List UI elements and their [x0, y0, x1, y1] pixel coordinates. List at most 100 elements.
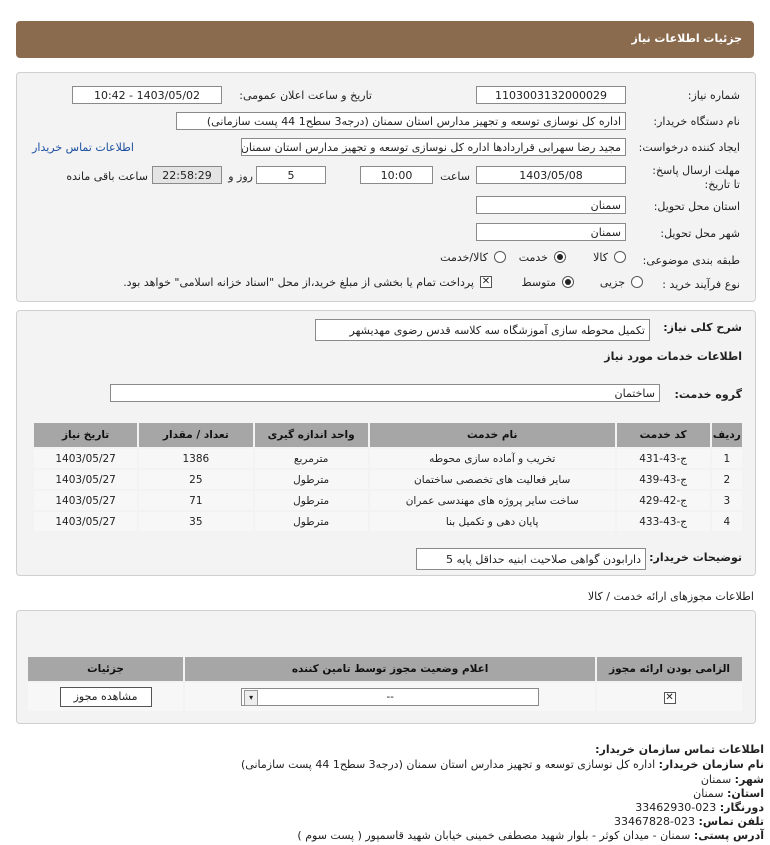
quantity-cell: 35 [139, 512, 253, 531]
service-code-cell: ج-42-429 [616, 491, 710, 510]
permit-status-value: -- [386, 691, 394, 703]
delivery-province-field: سمنان [476, 196, 626, 214]
col-code: کد خدمت [616, 423, 710, 447]
description-label: شرح کلی نیاز: [663, 321, 742, 334]
deadline-time-label: ساعت [440, 170, 470, 183]
category-label: طبقه بندی موضوعی: [642, 254, 740, 267]
service-name-cell: ساخت سایر پروژه های مهندسی عمران [369, 491, 615, 510]
category-radio-goods[interactable] [614, 251, 626, 263]
contact-org: نام سازمان خریدار: اداره کل نوسازی توسعه… [241, 758, 764, 771]
treasury-checkbox[interactable]: ✕ [480, 276, 492, 288]
category-option-goods-service: کالا/خدمت [440, 251, 488, 264]
need-number-label: شماره نیاز: [687, 89, 740, 102]
quantity-cell: 1386 [139, 449, 253, 468]
permit-status-select[interactable]: -- ▾ [241, 688, 540, 706]
page-title: جزئیات اطلاعات نیاز [631, 32, 743, 45]
service-group-field: ساختمان [110, 384, 660, 402]
creator-label: ایجاد کننده درخواست: [638, 141, 740, 154]
permit-required-checkbox[interactable]: ✕ [663, 691, 676, 704]
row-index-cell: 2 [711, 470, 742, 489]
permit-col-required: الزامی بودن ارائه مجوز [597, 657, 742, 681]
contact-phone-label: تلفن تماس: [698, 815, 764, 828]
contact-fax-value: 023-33462930 [635, 801, 717, 814]
service-code-cell: ج-43-433 [616, 512, 710, 531]
unit-cell: مترطول [254, 470, 368, 489]
creator-field: مجید رضا سهرابی قراردادها اداره کل نوساز… [241, 138, 626, 156]
days-label: روز و [228, 170, 253, 183]
remaining-label: ساعت باقی مانده [66, 170, 148, 183]
announce-label: تاریخ و ساعت اعلان عمومی: [239, 89, 372, 102]
need-date-cell: 1403/05/27 [34, 470, 138, 489]
col-unit: واحد اندازه گیری [254, 423, 368, 447]
row-index-cell: 3 [711, 491, 742, 510]
table-row: 4 ج-43-433 پایان دهی و تکمیل بنا مترطول 35 14… [34, 512, 742, 531]
process-radio-medium[interactable] [562, 276, 574, 288]
category-radio-service[interactable] [554, 251, 566, 263]
deadline-date-field: 1403/05/08 [476, 166, 626, 184]
category-radio-goods-service[interactable] [494, 251, 506, 263]
row-index-cell: 1 [711, 449, 742, 468]
table-row: 2 ج-43-439 سایر فعالیت های تخصصی ساختمان مت… [34, 470, 742, 489]
deadline-time-field: 10:00 [360, 166, 433, 184]
process-option-minor: جزیی [599, 276, 625, 289]
buyer-org-label: نام دستگاه خریدار: [653, 115, 740, 128]
contact-city: شهر: سمنان [701, 773, 764, 786]
process-radio-minor[interactable] [631, 276, 643, 288]
services-table: ردیف کد خدمت نام خدمت واحد اندازه گیری ت… [32, 421, 744, 533]
need-number-field: 1103003132000029 [476, 86, 626, 104]
contact-city-value: سمنان [700, 773, 732, 786]
quantity-cell: 71 [139, 491, 253, 510]
buyer-notes-label: توضیحات خریدار: [649, 551, 742, 564]
contact-province-label: استان: [727, 787, 764, 800]
deadline-label: مهلت ارسال پاسخ: تا تاریخ: [652, 164, 740, 191]
permits-table-header: الزامی بودن ارائه مجوز اعلام وضعیت مجوز … [28, 657, 742, 681]
unit-cell: مترطول [254, 512, 368, 531]
category-option-goods: کالا [593, 251, 608, 264]
buyer-contact-link[interactable]: اطلاعات تماس خریدار [32, 141, 134, 154]
days-field: 5 [256, 166, 326, 184]
category-option-service: خدمت [518, 251, 548, 264]
contact-org-value: اداره کل نوسازی توسعه و تجهیز مدارس استا… [241, 758, 656, 771]
unit-cell: مترطول [254, 491, 368, 510]
permit-col-status: اعلام وضعیت مجوز توسط تامین کننده [185, 657, 596, 681]
contact-org-label: نام سازمان خریدار: [658, 758, 764, 771]
need-date-cell: 1403/05/27 [34, 491, 138, 510]
delivery-city-label: شهر محل تحویل: [660, 227, 740, 240]
need-date-cell: 1403/05/27 [34, 449, 138, 468]
contact-province: استان: سمنان [693, 787, 764, 800]
contact-fax: دورنگار: 023-33462930 [635, 801, 764, 814]
quantity-cell: 25 [139, 470, 253, 489]
table-row: 3 ج-42-429 ساخت سایر پروژه های مهندسی عمرا… [34, 491, 742, 510]
col-name: نام خدمت [369, 423, 615, 447]
service-code-cell: ج-43-431 [616, 449, 710, 468]
permits-title: اطلاعات مجوزهای ارائه خدمت / کالا [587, 590, 754, 603]
remaining-time-field: 22:58:29 [152, 166, 222, 184]
permit-col-details: جزئیات [28, 657, 184, 681]
view-permit-button[interactable]: مشاهده مجوز [59, 687, 152, 707]
process-label: نوع فرآیند خرید : [662, 278, 740, 291]
contact-address-label: آدرس پستی: [693, 829, 764, 842]
process-option-medium: متوسط [521, 276, 556, 289]
payment-note: پرداخت تمام یا بخشی از مبلغ خرید،از محل … [123, 276, 474, 289]
announce-field: 1403/05/02 - 10:42 [72, 86, 222, 104]
page-header: جزئیات اطلاعات نیاز [16, 21, 754, 58]
delivery-province-label: استان محل تحویل: [653, 200, 740, 213]
need-info-panel [16, 72, 756, 302]
service-name-cell: سایر فعالیت های تخصصی ساختمان [369, 470, 615, 489]
table-row: 1 ج-43-431 تخریب و آماده سازی محوطه مترمربع… [34, 449, 742, 468]
permits-table: الزامی بودن ارائه مجوز اعلام وضعیت مجوز … [26, 655, 744, 713]
permit-status-cell: -- ▾ [185, 683, 596, 711]
col-qty: تعداد / مقدار [139, 423, 253, 447]
permit-row: ✕ -- ▾ مشاهده مجوز [28, 683, 742, 711]
services-table-header: ردیف کد خدمت نام خدمت واحد اندازه گیری ت… [34, 423, 742, 447]
permit-details-cell: مشاهده مجوز [28, 683, 184, 711]
service-name-cell: تخریب و آماده سازی محوطه [369, 449, 615, 468]
contact-province-value: سمنان [693, 787, 724, 800]
description-field: تکمیل محوطه سازی آموزشگاه سه کلاسه قدس ر… [315, 319, 650, 341]
buyer-org-field: اداره کل نوسازی توسعه و تجهیز مدارس استا… [176, 112, 626, 130]
row-index-cell: 4 [711, 512, 742, 531]
contact-address: آدرس پستی: سمنان - میدان کوثر - بلوار شه… [297, 829, 764, 842]
contact-phone-value: 023-33467828 [614, 815, 696, 828]
chevron-down-icon[interactable]: ▾ [244, 690, 259, 706]
contact-phone: تلفن تماس: 023-33467828 [614, 815, 764, 828]
